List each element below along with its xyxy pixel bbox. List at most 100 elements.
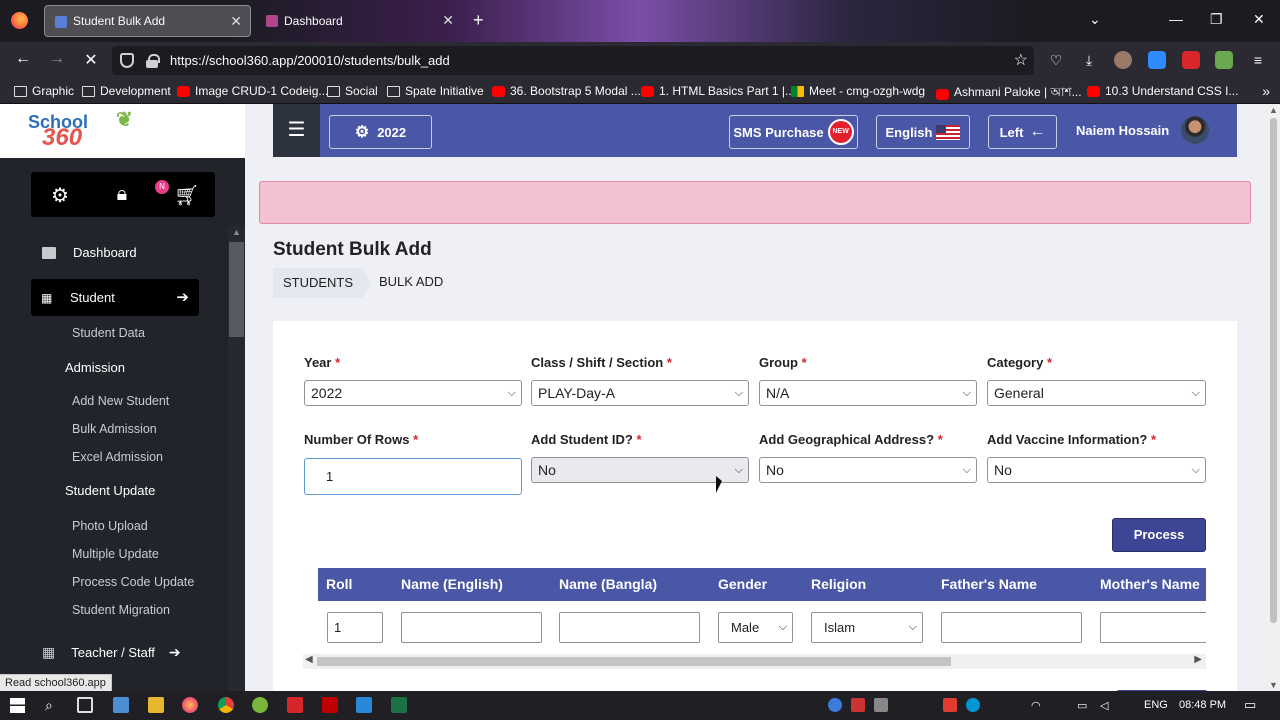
menu-hamburger-icon[interactable]: ≡: [1249, 51, 1267, 69]
extension-icon[interactable]: [1215, 51, 1233, 69]
bookmark-image-crud[interactable]: Image CRUD-1 Codeig...: [177, 84, 328, 98]
bookmark-folder-social[interactable]: Social: [327, 84, 378, 98]
religion-select[interactable]: Islam ⌵: [811, 612, 923, 643]
vscode-icon[interactable]: [356, 697, 372, 713]
bookmark-folder-spate[interactable]: Spate Initiative: [387, 84, 484, 98]
lock-icon[interactable]: 🔒︎: [110, 183, 134, 206]
forward-icon[interactable]: →: [47, 50, 67, 68]
breadcrumb-students[interactable]: STUDENTS: [273, 268, 363, 298]
bookmark-folder-development[interactable]: Development: [82, 84, 171, 98]
year-select[interactable]: 2022 ⌵: [304, 380, 522, 406]
number-of-rows-input[interactable]: 1: [304, 458, 522, 495]
zoom-extension-icon[interactable]: [1148, 51, 1166, 69]
firefox-icon[interactable]: [11, 12, 28, 29]
new-tab-icon[interactable]: +: [473, 10, 484, 31]
bookmark-ashmani[interactable]: Ashmani Paloke | আশ...: [936, 84, 1082, 104]
clock[interactable]: 08:48 PM: [1179, 699, 1226, 711]
scroll-left-icon[interactable]: ◀: [305, 654, 313, 665]
roll-input[interactable]: 1: [327, 612, 383, 643]
stop-loading-icon[interactable]: ✕: [81, 50, 101, 70]
process-button[interactable]: Process: [1112, 518, 1206, 552]
page-scrollbar[interactable]: ▲ ▼: [1267, 104, 1280, 691]
tray-icon[interactable]: [874, 698, 888, 712]
sidebar-item-teacher-staff[interactable]: ▦ Teacher / Staff ➔: [42, 644, 181, 661]
sidebar-item-process-code-update[interactable]: Process Code Update: [72, 575, 194, 589]
tab-dashboard[interactable]: Dashboard ✕: [256, 5, 462, 37]
search-icon[interactable]: ⌕: [45, 697, 61, 713]
url-text[interactable]: https://school360.app/200010/students/bu…: [170, 53, 450, 68]
hamburger-menu-icon[interactable]: ☰: [273, 104, 320, 157]
desktop-app-icon[interactable]: [113, 697, 129, 713]
tab-close-icon[interactable]: ✕: [442, 12, 454, 29]
url-bar[interactable]: https://school360.app/200010/students/bu…: [112, 46, 1034, 75]
bookmark-star-icon[interactable]: ☆: [1014, 50, 1028, 70]
user-name[interactable]: Naiem Hossain: [1076, 123, 1169, 138]
scroll-down-icon[interactable]: ▼: [1269, 680, 1278, 690]
scroll-right-icon[interactable]: ▶: [1194, 654, 1202, 665]
sidebar-item-multiple-update[interactable]: Multiple Update: [72, 547, 159, 561]
sidebar-item-dashboard[interactable]: Dashboard: [42, 245, 137, 260]
year-settings-button[interactable]: ⚙ 2022: [329, 115, 432, 149]
back-icon[interactable]: ←: [13, 50, 33, 68]
sms-purchase-button[interactable]: SMS Purchase NEW: [729, 115, 858, 149]
downloads-icon[interactable]: ⤓: [1080, 51, 1098, 69]
mothers-name-input[interactable]: [1100, 612, 1206, 643]
cart-icon[interactable]: 🛒︎: [174, 183, 199, 208]
sidebar-item-student-data[interactable]: Student Data: [72, 326, 145, 340]
excel-icon[interactable]: [391, 697, 407, 713]
firefox-taskbar-icon[interactable]: [182, 697, 198, 713]
fathers-name-input[interactable]: [941, 612, 1082, 643]
tray-app-icon[interactable]: [828, 698, 842, 712]
scrollbar-thumb[interactable]: [1270, 118, 1277, 623]
gear-icon[interactable]: ⚙: [48, 183, 72, 208]
school360-logo[interactable]: School 360 ❦: [28, 110, 133, 150]
wifi-icon[interactable]: ◠: [1031, 699, 1041, 712]
account-avatar-icon[interactable]: [1114, 51, 1132, 69]
app-red-icon[interactable]: [287, 697, 303, 713]
group-select[interactable]: N/A ⌵: [759, 380, 977, 406]
filezilla-icon[interactable]: [322, 697, 338, 713]
language-button[interactable]: English: [876, 115, 970, 149]
gender-select[interactable]: Male ⌵: [718, 612, 793, 643]
sidebar-item-excel-admission[interactable]: Excel Admission: [72, 450, 163, 464]
tray-app-icon[interactable]: [943, 698, 957, 712]
lock-icon[interactable]: [146, 54, 160, 68]
class-select[interactable]: PLAY-Day-A ⌵: [531, 380, 749, 406]
language-indicator[interactable]: ENG: [1144, 699, 1168, 711]
scrollbar-thumb[interactable]: [229, 242, 244, 337]
tray-acrobat-icon[interactable]: [851, 698, 865, 712]
avatar[interactable]: [1181, 116, 1209, 144]
category-select[interactable]: General ⌵: [987, 380, 1206, 406]
minimize-icon[interactable]: —: [1169, 11, 1183, 27]
sidebar-item-photo-upload[interactable]: Photo Upload: [72, 519, 148, 533]
ublock-extension-icon[interactable]: [1182, 51, 1200, 69]
sidebar-scrollbar[interactable]: ▲: [228, 226, 245, 691]
file-explorer-icon[interactable]: [148, 697, 164, 713]
hp-icon[interactable]: [966, 698, 980, 712]
pocket-icon[interactable]: ♡: [1047, 51, 1065, 69]
bookmark-folder-graphic[interactable]: Graphic: [14, 84, 74, 98]
bookmark-bootstrap-modal[interactable]: 36. Bootstrap 5 Modal ...: [492, 84, 641, 98]
scroll-up-icon[interactable]: ▲: [1269, 105, 1278, 115]
direction-button[interactable]: Left ←: [988, 115, 1057, 149]
tab-list-icon[interactable]: ⌄: [1089, 11, 1101, 28]
tab-student-bulk-add[interactable]: Student Bulk Add ✕: [44, 5, 251, 37]
name-bangla-input[interactable]: [559, 612, 700, 643]
app-icon[interactable]: [252, 697, 268, 713]
vaccine-select[interactable]: No ⌵: [987, 457, 1206, 483]
bookmark-understand-css[interactable]: 10.3 Understand CSS I...: [1087, 84, 1238, 98]
notifications-icon[interactable]: ▭: [1244, 697, 1256, 713]
task-view-icon[interactable]: [77, 697, 93, 713]
chrome-icon[interactable]: [218, 697, 234, 713]
more-bookmarks-icon[interactable]: »: [1262, 83, 1270, 99]
windows-start-icon[interactable]: [10, 698, 25, 713]
bookmark-html-basics[interactable]: 1. HTML Basics Part 1 |...: [641, 84, 795, 98]
bookmark-meet[interactable]: Meet - cmg-ozgh-wdg: [791, 84, 925, 98]
battery-icon[interactable]: ▭: [1077, 699, 1087, 712]
sidebar-item-student[interactable]: ▦ Student ➔: [31, 279, 199, 316]
table-horizontal-scrollbar[interactable]: ◀ ▶: [303, 654, 1206, 669]
sidebar-item-add-new-student[interactable]: Add New Student: [72, 394, 169, 408]
tab-close-icon[interactable]: ✕: [230, 13, 242, 30]
sidebar-item-bulk-admission[interactable]: Bulk Admission: [72, 422, 157, 436]
volume-icon[interactable]: ◁: [1100, 699, 1108, 712]
